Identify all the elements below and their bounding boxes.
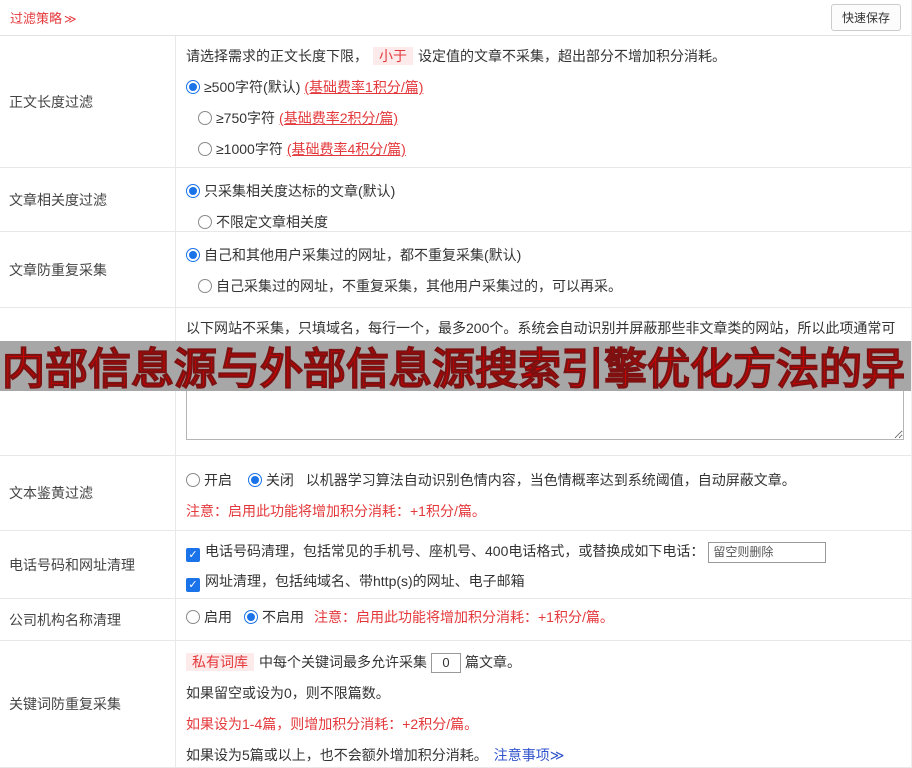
notice-link[interactable]: 注意事项≫ <box>494 747 565 763</box>
keyword-limit-unit: 篇文章。 <box>465 654 521 670</box>
keyword-dedup-content: 私有词库中每个关键词最多允许采集 篇文章。 如果留空或设为0，则不限篇数。 如果设… <box>176 641 911 767</box>
keyword-limit-line: 私有词库中每个关键词最多允许采集 篇文章。 <box>186 651 903 673</box>
option-label: 不限定文章相关度 <box>216 214 328 230</box>
radio-checked-icon[interactable] <box>244 609 258 624</box>
option-label: ≥750字符 <box>216 110 276 126</box>
page-title: 过滤策略 <box>10 11 63 26</box>
relevance-filter-label: 文章相关度过滤 <box>0 168 176 231</box>
option-label: 启用 <box>204 608 232 625</box>
radio-checked-icon[interactable] <box>186 184 200 198</box>
chevron-down-icon: ≫ <box>64 12 77 26</box>
radio-checked-icon[interactable] <box>186 80 200 94</box>
phone-clean-text: 电话号码清理，包括常见的手机号、座机号、400电话格式，或替换成如下电话： <box>205 543 705 559</box>
keyword-limit-input[interactable] <box>431 652 461 673</box>
option-label: 自己和其他用户采集过的网址，都不重复采集(默认) <box>204 247 522 263</box>
length-filter-content: 请选择需求的正文长度下限， 小于 设定值的文章不采集，超出部分不增加积分消耗。 ≥5… <box>176 36 911 167</box>
company-option-enable[interactable]: 启用 <box>186 607 232 627</box>
page-title-link[interactable]: 过滤策略 ≫ <box>10 8 77 27</box>
option-label: 关闭 <box>265 472 294 488</box>
company-clean-note: 注意：启用此功能将增加积分消耗：+1积分/篇。 <box>314 608 614 625</box>
url-clean-option[interactable]: 网址清理，包括纯域名、带http(s)的网址、电子邮箱 <box>186 571 903 592</box>
less-than-highlight: 小于 <box>373 47 413 65</box>
option-fee: (基础费率1积分/篇) <box>304 79 424 95</box>
keyword-note-zero: 如果留空或设为0，则不限篇数。 <box>186 685 390 701</box>
keyword-dedup-label: 关键词防重复采集 <box>0 641 176 767</box>
checkbox-checked-icon[interactable] <box>186 577 200 592</box>
watermark-overlay-text: 内部信息源与外部信息源搜索引擎优化方法的异 <box>0 341 911 391</box>
phone-url-clean-label: 电话号码和网址清理 <box>0 531 176 598</box>
top-bar: 过滤策略 ≫ 快速保存 <box>0 0 911 36</box>
radio-checked-icon[interactable] <box>186 248 200 262</box>
url-clean-text: 网址清理，包括纯域名、带http(s)的网址、电子邮箱 <box>205 572 525 589</box>
row-length-filter: 正文长度过滤 请选择需求的正文长度下限， 小于 设定值的文章不采集，超出部分不增加积… <box>0 36 911 168</box>
porn-option-off[interactable]: 关闭 <box>247 472 294 488</box>
option-label: ≥1000字符 <box>216 141 283 157</box>
option-label: 自己采集过的网址，不重复采集，其他用户采集过的，可以再采。 <box>216 278 622 294</box>
relevance-filter-content: 只采集相关度达标的文章(默认) 不限定文章相关度 <box>176 168 911 231</box>
row-keyword-dedup: 关键词防重复采集 私有词库中每个关键词最多允许采集 篇文章。 如果留空或设为0，则… <box>0 641 911 768</box>
dedup-filter-content: 自己和其他用户采集过的网址，都不重复采集(默认) 自己采集过的网址，不重复采集，… <box>176 232 911 307</box>
length-option-500[interactable]: ≥500字符(默认) (基础费率1积分/篇) <box>186 77 903 97</box>
option-label: 只采集相关度达标的文章(默认) <box>204 183 396 199</box>
radio-checked-icon[interactable] <box>247 473 262 487</box>
phone-clean-option[interactable]: 电话号码清理，包括常见的手机号、座机号、400电话格式，或替换成如下电话： <box>186 541 903 563</box>
keyword-note-fee: 如果设为1-4篇，则增加积分消耗：+2积分/篇。 <box>186 716 479 732</box>
porn-filter-options: 开启 关闭 以机器学习算法自动识别色情内容，当色情概率达到系统阈值，自动屏蔽文章… <box>186 470 903 490</box>
keyword-note-five: 如果设为5篇或以上，也不会额外增加积分消耗。 注意事项≫ <box>186 744 903 766</box>
option-label: 不启用 <box>262 608 304 625</box>
option-fee: (基础费率4积分/篇) <box>286 141 406 157</box>
row-dedup-filter: 文章防重复采集 自己和其他用户采集过的网址，都不重复采集(默认) 自己采集过的网… <box>0 232 911 308</box>
relevance-option-strict[interactable]: 只采集相关度达标的文章(默认) <box>186 181 903 201</box>
filter-strategy-page: 过滤策略 ≫ 快速保存 正文长度过滤 请选择需求的正文长度下限， 小于 设定值的文章不… <box>0 0 912 768</box>
row-phone-url-clean: 电话号码和网址清理 电话号码清理，包括常见的手机号、座机号、400电话格式，或替… <box>0 531 911 599</box>
radio-unchecked-icon[interactable] <box>186 473 200 487</box>
relevance-option-any[interactable]: 不限定文章相关度 <box>198 212 903 232</box>
option-label: ≥500字符(默认) <box>204 79 301 95</box>
radio-unchecked-icon[interactable] <box>186 609 200 624</box>
dedup-option-self[interactable]: 自己采集过的网址，不重复采集，其他用户采集过的，可以再采。 <box>198 276 903 296</box>
length-filter-intro: 请选择需求的正文长度下限， 小于 设定值的文章不采集，超出部分不增加积分消耗。 <box>186 46 903 66</box>
company-option-disable[interactable]: 不启用 <box>244 607 304 627</box>
checkbox-checked-icon[interactable] <box>186 548 200 562</box>
porn-filter-note: 注意：启用此功能将增加积分消耗：+1积分/篇。 <box>186 503 486 519</box>
phone-url-clean-content: 电话号码清理，包括常见的手机号、座机号、400电话格式，或替换成如下电话： 网址… <box>176 531 911 598</box>
company-clean-content: 启用 不启用 注意：启用此功能将增加积分消耗：+1积分/篇。 <box>176 599 911 640</box>
private-lexicon-highlight: 私有词库 <box>186 653 254 671</box>
length-filter-label: 正文长度过滤 <box>0 36 176 167</box>
option-label: 开启 <box>204 472 232 488</box>
radio-unchecked-icon[interactable] <box>198 279 212 293</box>
radio-unchecked-icon[interactable] <box>198 142 212 156</box>
radio-unchecked-icon[interactable] <box>198 111 212 125</box>
dedup-filter-label: 文章防重复采集 <box>0 232 176 307</box>
row-porn-filter: 文本鉴黄过滤 开启 关闭 以机器学习算法自动识别色情内容，当色情概率达到系统阈值… <box>0 456 911 531</box>
quick-save-button[interactable]: 快速保存 <box>830 4 901 31</box>
row-company-clean: 公司机构名称清理 启用 不启用 注意：启用此功能将增加积分消耗：+1积分/篇。 <box>0 599 911 641</box>
radio-unchecked-icon[interactable] <box>198 215 212 229</box>
intro-text-post: 设定值的文章不采集，超出部分不增加积分消耗。 <box>418 48 726 64</box>
keyword-limit-text: 中每个关键词最多允许采集 <box>259 654 427 670</box>
row-relevance-filter: 文章相关度过滤 只采集相关度达标的文章(默认) 不限定文章相关度 <box>0 168 911 232</box>
length-option-750[interactable]: ≥750字符 (基础费率2积分/篇) <box>198 108 903 128</box>
replacement-phone-input[interactable] <box>708 541 827 563</box>
company-clean-label: 公司机构名称清理 <box>0 599 176 640</box>
porn-option-on[interactable]: 开启 <box>186 472 232 488</box>
porn-filter-label: 文本鉴黄过滤 <box>0 456 176 530</box>
porn-filter-content: 开启 关闭 以机器学习算法自动识别色情内容，当色情概率达到系统阈值，自动屏蔽文章… <box>176 456 911 530</box>
length-option-1000[interactable]: ≥1000字符 (基础费率4积分/篇) <box>198 139 903 159</box>
keyword-note-five-text: 如果设为5篇或以上，也不会额外增加积分消耗。 <box>186 747 488 763</box>
option-fee: (基础费率2积分/篇) <box>279 110 399 126</box>
dedup-option-global[interactable]: 自己和其他用户采集过的网址，都不重复采集(默认) <box>186 245 903 265</box>
porn-filter-desc: 以机器学习算法自动识别色情内容，当色情概率达到系统阈值，自动屏蔽文章。 <box>305 472 796 488</box>
intro-text-pre: 请选择需求的正文长度下限， <box>186 48 368 64</box>
